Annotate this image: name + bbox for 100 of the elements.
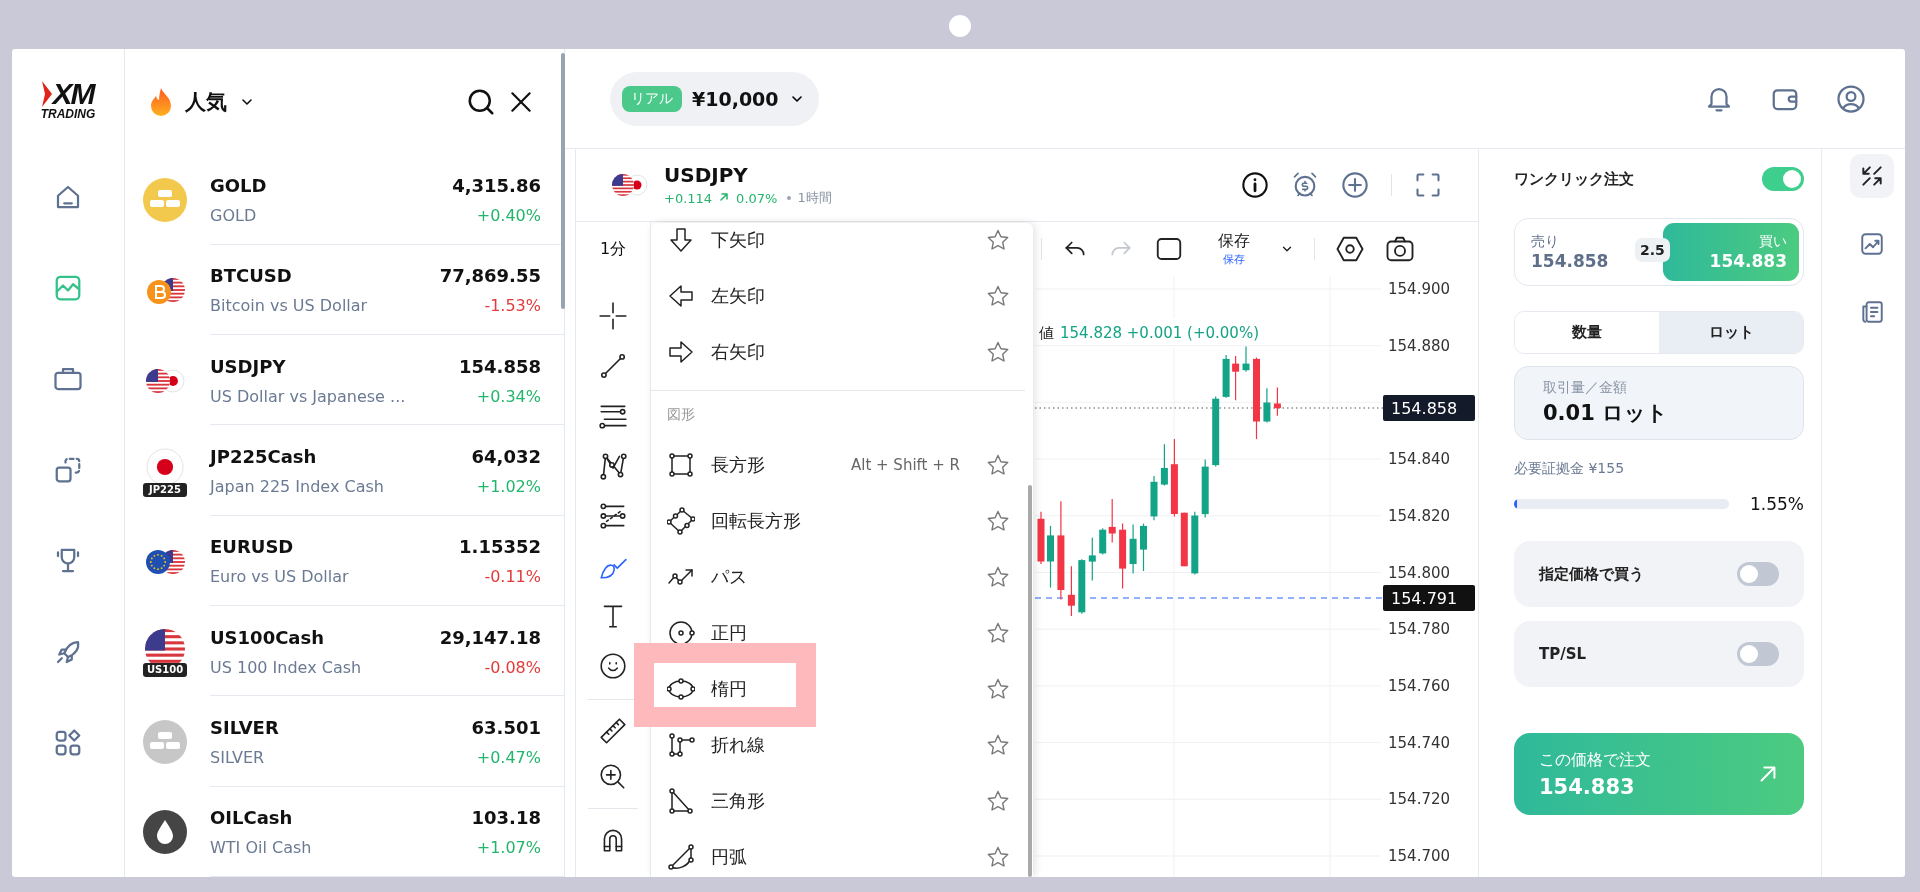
market-row[interactable]: OILCash 103.18 WTI Oil Cash +1.07% xyxy=(125,786,564,877)
star-icon[interactable] xyxy=(986,677,1010,701)
star-icon[interactable] xyxy=(986,789,1010,813)
symbol-price: 64,032 xyxy=(471,445,541,467)
symbol-name: EURUSD xyxy=(210,536,294,558)
symbol-price: 63.501 xyxy=(471,716,541,738)
symbol-description: SILVER xyxy=(210,747,265,767)
plus-circle-icon[interactable] xyxy=(1341,171,1369,199)
star-icon[interactable] xyxy=(986,453,1010,477)
axis-label: 154.720 xyxy=(1388,790,1451,809)
document-icon xyxy=(1859,299,1885,325)
market-row[interactable]: US100 US100Cash 29,147.18 US 100 Index Cash -0.08% xyxy=(125,606,564,697)
price-change: +0.40% xyxy=(476,206,541,225)
pattern-icon[interactable] xyxy=(598,451,628,481)
menu-item[interactable]: 三角形 xyxy=(651,773,1033,829)
arc-icon xyxy=(667,843,695,871)
logo-subtitle: TRADING xyxy=(40,107,96,121)
menu-item[interactable]: 折れ線 xyxy=(651,717,1033,773)
volume-field[interactable]: 取引量／金額 0.01 ロット xyxy=(1514,366,1804,440)
star-icon[interactable] xyxy=(986,340,1010,364)
timeframe-selector[interactable]: 1分 xyxy=(599,222,627,276)
axis-label: 154.780 xyxy=(1388,620,1451,639)
star-icon[interactable] xyxy=(986,845,1010,869)
star-icon[interactable] xyxy=(986,565,1010,589)
side-panel-button[interactable] xyxy=(1850,154,1894,198)
menu-item[interactable]: 左矢印 xyxy=(651,268,1033,324)
fib-channel-icon[interactable] xyxy=(598,501,628,531)
shortcut-hint: Alt + Shift + R xyxy=(850,456,960,474)
unit-tab[interactable]: ロット xyxy=(1659,312,1803,353)
price-change: +0.47% xyxy=(476,747,541,767)
star-icon[interactable] xyxy=(986,284,1010,308)
menu-item[interactable]: 楕円 xyxy=(651,661,1033,717)
symbol-name: JP225Cash xyxy=(210,445,317,467)
left-arrow-icon xyxy=(667,282,695,310)
candle xyxy=(1140,523,1147,572)
bullion-icon xyxy=(141,717,189,766)
info-icon[interactable] xyxy=(1241,171,1269,199)
option-label: 指定価格で買う xyxy=(1539,564,1644,584)
index-badge: JP225 xyxy=(143,482,187,497)
price-change: +0.114 xyxy=(664,190,713,206)
symbol-description: WTI Oil Cash xyxy=(210,838,312,858)
price-change: -0.08% xyxy=(484,657,541,677)
market-row[interactable]: JP225 JP225Cash 64,032 Japan 225 Index Cash +1.02% xyxy=(125,425,564,516)
candle xyxy=(1201,458,1209,518)
camera-icon[interactable] xyxy=(1385,234,1415,264)
price-change: +0.34% xyxy=(476,386,541,406)
list-title[interactable]: 人気 xyxy=(185,87,227,116)
flame-icon xyxy=(149,86,173,117)
symbol-price: 1.15352 xyxy=(459,536,541,558)
ruler-icon[interactable] xyxy=(598,716,628,746)
toggle-switch[interactable] xyxy=(1737,642,1779,666)
symbol-price: 103.18 xyxy=(471,807,541,829)
menu-item[interactable]: 正円 xyxy=(651,605,1033,661)
market-row[interactable]: BTCUSD 77,869.55 Bitcoin vs US Dollar -1.53% xyxy=(125,244,564,336)
star-icon[interactable] xyxy=(986,621,1010,645)
polyline-icon xyxy=(667,731,695,759)
menu-item[interactable]: パス xyxy=(651,549,1033,605)
menu-item[interactable]: 長方形 Alt + Shift + R xyxy=(651,437,1033,493)
toggle-switch[interactable] xyxy=(1737,562,1779,586)
market-row[interactable]: USDJPY 154.858 US Dollar vs Japanese ... +0.34% xyxy=(125,335,564,426)
scrollbar-thumb[interactable] xyxy=(561,53,565,309)
account-selector[interactable]: リアル ¥10,000 xyxy=(610,71,819,126)
candle xyxy=(1273,386,1281,417)
user-icon[interactable] xyxy=(1836,83,1866,114)
star-icon[interactable] xyxy=(986,509,1010,533)
crosshair-icon[interactable] xyxy=(598,301,628,331)
menu-scrollbar[interactable] xyxy=(1028,485,1032,877)
ellipse-icon xyxy=(667,675,695,703)
candle xyxy=(1242,345,1250,373)
menu-item[interactable]: 右矢印 xyxy=(651,324,1033,380)
fullscreen-icon[interactable] xyxy=(1414,171,1442,199)
market-row[interactable]: EURUSD 1.15352 Euro vs US Dollar -0.11% xyxy=(125,515,564,607)
star-icon[interactable] xyxy=(986,228,1010,252)
one-click-label: ワンクリック注文 xyxy=(1514,169,1634,189)
symbol-name: OILCash xyxy=(210,807,293,829)
menu-item[interactable]: 円弧 xyxy=(651,829,1033,877)
symbol-price: 4,315.86 xyxy=(452,175,541,196)
symbol-description: Bitcoin vs US Dollar xyxy=(210,296,368,316)
settings-icon[interactable] xyxy=(1335,234,1365,264)
logo-wedge-icon xyxy=(42,80,53,107)
alarm-clock-icon[interactable] xyxy=(1291,171,1319,199)
save-button[interactable]: 保存 保存 xyxy=(1218,231,1250,267)
menu-item[interactable]: 回転長方形 xyxy=(651,493,1033,549)
market-row[interactable]: SILVER 63.501 SILVER +0.47% xyxy=(125,696,564,787)
symbol-name: US100Cash xyxy=(210,626,325,648)
candle xyxy=(1232,355,1240,401)
axis-label: 154.800 xyxy=(1388,563,1451,582)
apps-icon[interactable] xyxy=(53,727,83,758)
trend-line-icon[interactable] xyxy=(598,351,628,381)
smiley-icon[interactable] xyxy=(598,651,628,681)
symbol-price: 29,147.18 xyxy=(439,626,541,648)
toggle-switch[interactable] xyxy=(1762,167,1804,191)
rectangle-icon xyxy=(667,451,695,479)
star-icon[interactable] xyxy=(986,733,1010,757)
symbol-name: BTCUSD xyxy=(210,265,292,287)
menu-item[interactable]: 下矢印 xyxy=(651,223,1033,268)
right-arrow-icon xyxy=(667,338,695,366)
bezel-dot xyxy=(949,15,971,37)
market-row[interactable]: GOLD 4,315.86 GOLD +0.40% xyxy=(125,154,564,245)
candle xyxy=(1160,443,1168,487)
